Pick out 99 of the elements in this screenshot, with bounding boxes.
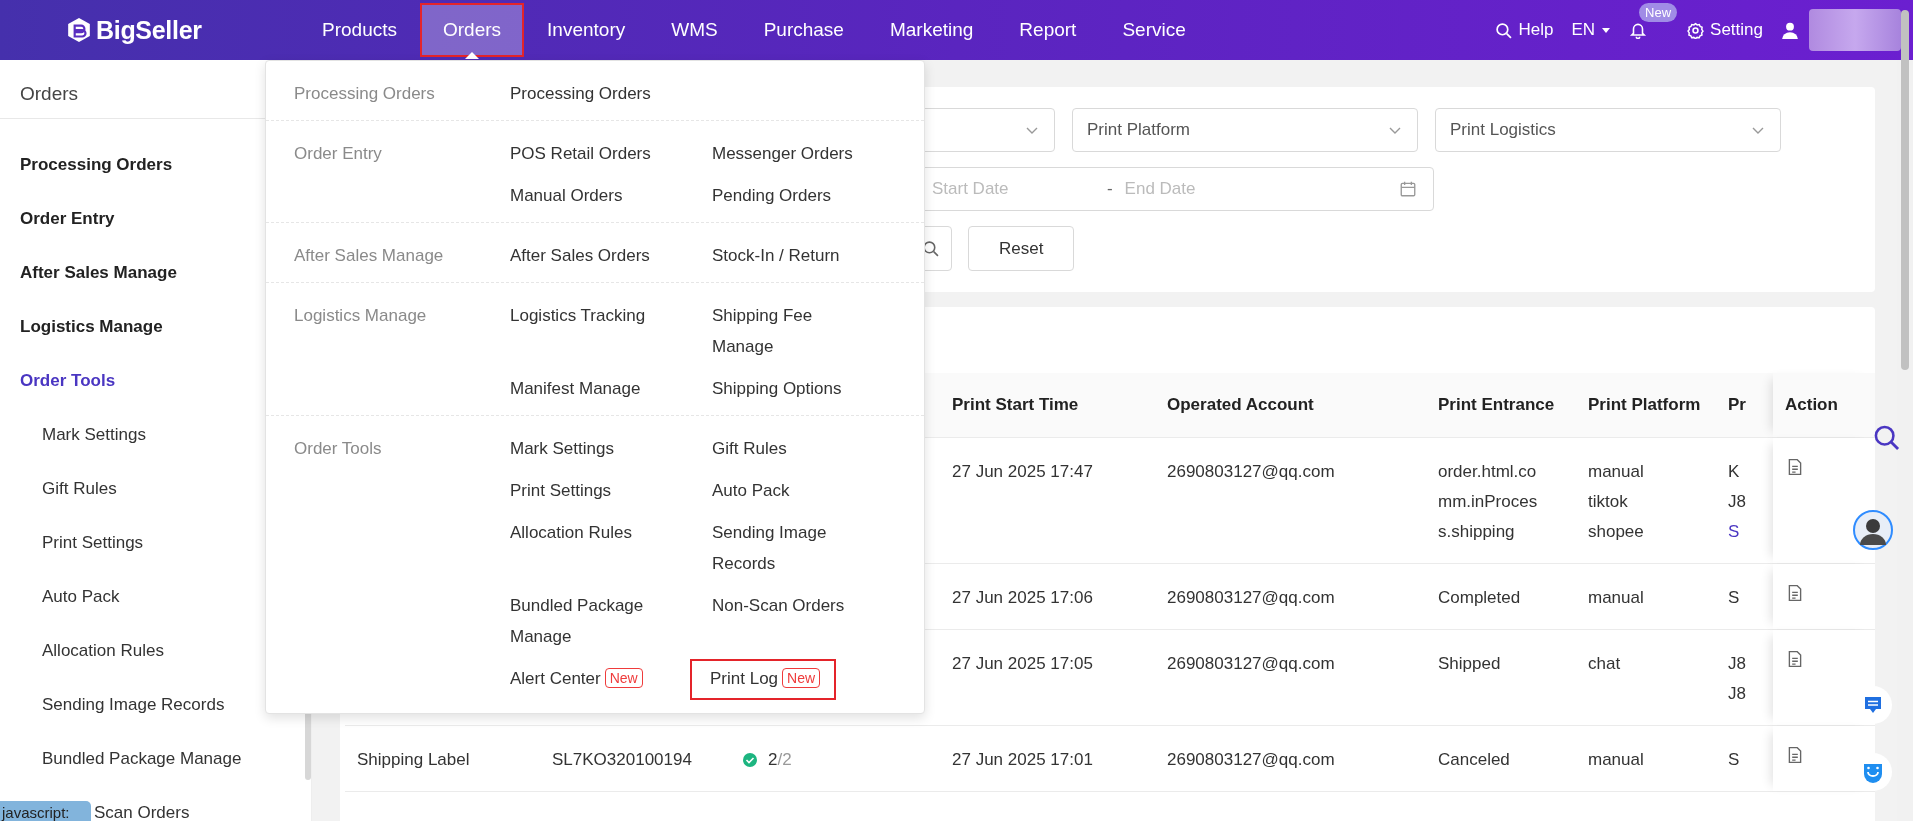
notification-badge: New: [1639, 3, 1678, 22]
language-selector[interactable]: EN: [1571, 20, 1612, 40]
sidebar-subitem[interactable]: Print Settings: [0, 531, 186, 585]
sidebar-subitem[interactable]: Sending Image Records: [0, 693, 267, 747]
new-badge: New: [604, 668, 643, 688]
menu-item[interactable]: After Sales Orders: [510, 240, 668, 271]
status-tooltip: javascript:: [0, 801, 91, 821]
document-icon[interactable]: [1786, 583, 1804, 603]
document-icon[interactable]: [1786, 649, 1804, 669]
table-cell-text: J8: [1728, 491, 1746, 513]
menu-item[interactable]: Auto Pack: [712, 475, 870, 506]
table-cell-text: Completed: [1438, 587, 1522, 609]
menu-item[interactable]: Pending Orders: [712, 180, 870, 211]
menu-item[interactable]: Shipping Fee Manage: [712, 300, 870, 362]
column-header: Pr: [1728, 394, 1746, 416]
document-icon[interactable]: [1786, 457, 1804, 477]
calendar-icon: [1399, 180, 1417, 198]
gear-icon: [1687, 21, 1705, 39]
column-header: Print Platform: [1588, 394, 1701, 416]
sidebar-subitem[interactable]: Gift Rules: [0, 477, 159, 531]
nav-tab[interactable]: Service: [1099, 3, 1209, 57]
menu-item[interactable]: Print Log New: [692, 661, 835, 698]
nav-tab[interactable]: Products: [299, 3, 420, 57]
menu-item[interactable]: POS Retail Orders: [510, 138, 668, 169]
new-badge: New: [782, 668, 821, 688]
menu-group-label: Order Entry: [294, 143, 383, 165]
menu-item[interactable]: Bundled Package Manage: [510, 590, 668, 652]
sidebar-subitem[interactable]: Bundled Package Manage: [0, 747, 284, 801]
sidebar-subitem[interactable]: Mark Settings: [0, 423, 188, 477]
logo-icon: [66, 17, 92, 43]
menu-item[interactable]: Messenger Orders: [712, 138, 870, 169]
table-cell-text: Canceled: [1438, 749, 1511, 771]
bell-icon[interactable]: [1629, 21, 1648, 39]
table-cell-text: shopee: [1588, 521, 1644, 543]
nav-tab[interactable]: WMS: [648, 3, 741, 57]
table-cell-text: manual: [1588, 587, 1644, 609]
menu-item[interactable]: Alert Center New: [510, 663, 643, 694]
table-cell-text: manual: [1588, 749, 1644, 771]
table-cell-text: Shipped: [1438, 653, 1502, 675]
document-icon[interactable]: [1786, 745, 1804, 765]
nav-tab[interactable]: Marketing: [866, 3, 997, 57]
scrollbar-thumb[interactable]: [1901, 10, 1909, 370]
nav-tab[interactable]: Report: [996, 3, 1100, 57]
nav-tab[interactable]: Purchase: [740, 3, 867, 57]
table-link[interactable]: S: [1728, 517, 1740, 547]
menu-item[interactable]: Manual Orders: [510, 180, 668, 211]
table-cell-text: J8: [1728, 683, 1746, 705]
menu-item[interactable]: Non-Scan Orders: [712, 590, 870, 652]
table-cell-text: 27 Jun 2025 17:06: [952, 587, 1093, 609]
menu-item[interactable]: Gift Rules: [712, 433, 870, 464]
table-cell-text: SL7KO320100194: [552, 749, 692, 771]
menu-group-label: Logistics Manage: [294, 305, 428, 327]
nav-tab[interactable]: Inventory: [524, 3, 649, 57]
avatar-icon[interactable]: [1853, 510, 1893, 550]
user-icon[interactable]: [1781, 20, 1799, 40]
progress-count: 2/2: [768, 749, 792, 771]
setting-link[interactable]: Setting: [1687, 20, 1763, 40]
table-cell-text: J8: [1728, 653, 1746, 675]
table-cell-text: S: [1728, 749, 1740, 771]
search-icon: [1495, 21, 1513, 39]
table-cell-text: chat: [1588, 653, 1621, 675]
menu-item[interactable]: Sending Image Records: [712, 517, 870, 579]
column-header: Print Start Time: [952, 394, 1079, 416]
table-cell-text: 27 Jun 2025 17:01: [952, 749, 1093, 771]
table-cell-text: Shipping Label: [357, 749, 470, 771]
column-header: Operated Account: [1167, 394, 1314, 416]
logo-text[interactable]: BigSeller: [96, 15, 202, 45]
table-cell-text: 2690803127@qq.com: [1167, 461, 1335, 483]
column-header: Print Entrance: [1438, 394, 1555, 416]
table-cell-text: 2690803127@qq.com: [1167, 653, 1335, 675]
table-cell-text: K: [1728, 461, 1740, 483]
table-cell-text: 27 Jun 2025 17:47: [952, 461, 1093, 483]
menu-item[interactable]: Allocation Rules: [510, 517, 668, 579]
menu-item[interactable]: Processing Orders: [510, 78, 668, 109]
reset-button[interactable]: Reset: [968, 226, 1075, 271]
caret-icon: [1601, 25, 1612, 35]
table-cell-text: 27 Jun 2025 17:05: [952, 653, 1093, 675]
menu-group-label: Order Tools: [294, 438, 383, 460]
select-field[interactable]: Print Platform: [1072, 108, 1418, 152]
help-link[interactable]: Help: [1495, 20, 1554, 40]
sidebar-subitem[interactable]: Auto Pack: [0, 585, 162, 639]
table-cell-text: manual: [1588, 461, 1644, 483]
menu-item[interactable]: Manifest Manage: [510, 373, 668, 404]
menu-group-label: After Sales Manage: [294, 245, 445, 267]
table-cell-text: 2690803127@qq.com: [1167, 587, 1335, 609]
menu-item[interactable]: Mark Settings: [510, 433, 668, 464]
column-header: Action: [1785, 394, 1838, 416]
select-field[interactable]: Print Logistics: [1435, 108, 1781, 152]
menu-item[interactable]: Stock-In / Return: [712, 240, 870, 271]
search-icon: [922, 240, 939, 257]
search-icon[interactable]: [1873, 424, 1901, 452]
menu-item[interactable]: Shipping Options: [712, 373, 870, 404]
sidebar-subitem[interactable]: Allocation Rules: [0, 639, 206, 693]
table-cell-text: order.html.comm.inProcess.shipping: [1438, 461, 1539, 543]
menu-item[interactable]: Logistics Tracking: [510, 300, 668, 362]
menu-item[interactable]: Print Settings: [510, 475, 668, 506]
table-cell-text: tiktok: [1588, 491, 1628, 513]
table-cell-text: 2690803127@qq.com: [1167, 749, 1335, 771]
table-cell-text: S: [1728, 587, 1740, 609]
